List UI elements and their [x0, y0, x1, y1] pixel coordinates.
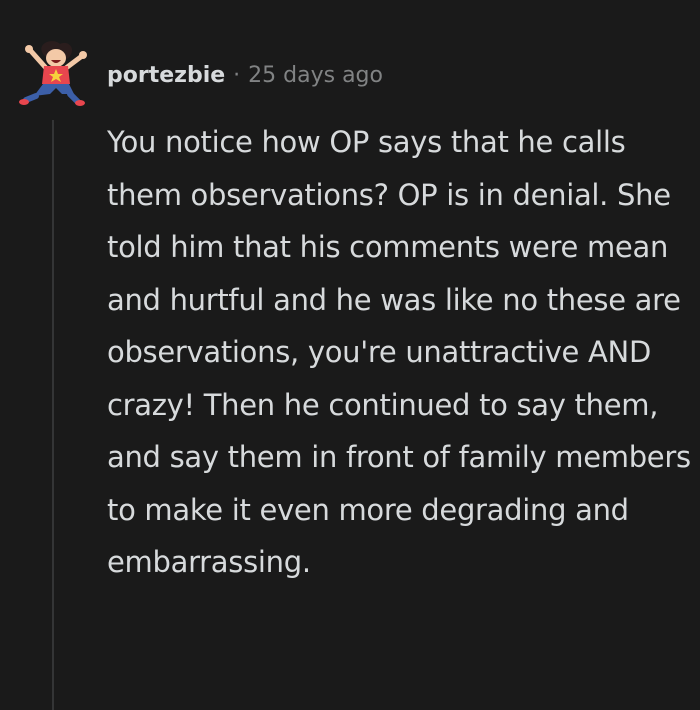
thread-collapse-line[interactable] [52, 120, 54, 710]
user-avatar[interactable] [18, 38, 92, 106]
comment: portezbie · 25 days ago You notice how O… [0, 0, 700, 710]
comment-body: You notice how OP says that he calls the… [107, 116, 692, 589]
meta-separator: · [233, 62, 241, 88]
username-link[interactable]: portezbie [107, 63, 225, 88]
comment-text: You notice how OP says that he calls the… [107, 125, 691, 579]
comment-timestamp[interactable]: 25 days ago [248, 63, 383, 88]
comment-header: portezbie · 25 days ago [107, 58, 383, 92]
cartoon-character-avatar-icon [19, 41, 87, 106]
